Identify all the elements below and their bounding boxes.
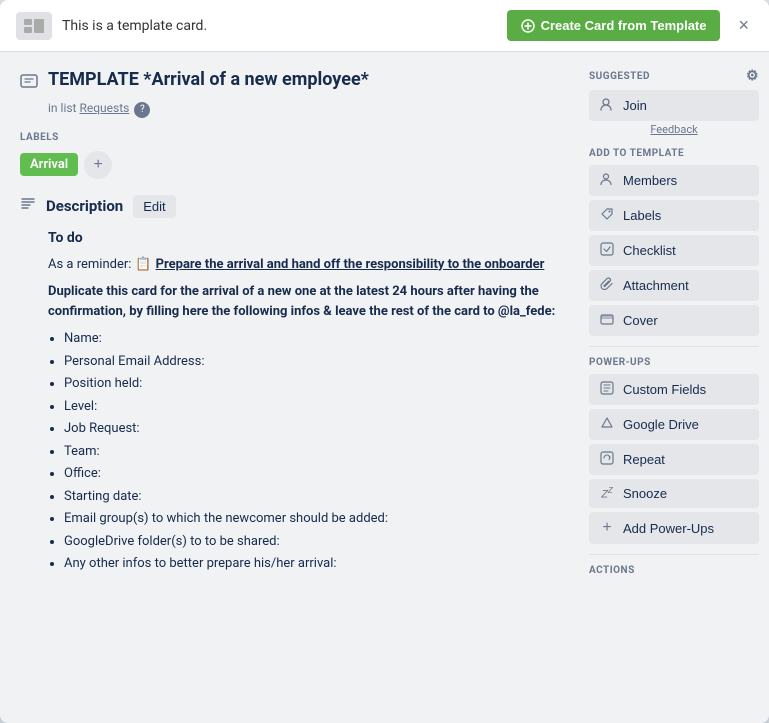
members-button[interactable]: Members bbox=[589, 165, 759, 196]
snooze-button[interactable]: ZZ Snooze bbox=[589, 479, 759, 508]
info-badge[interactable]: ? bbox=[134, 102, 150, 118]
description-title: Description bbox=[46, 197, 123, 215]
todo-heading: To do bbox=[48, 228, 559, 249]
add-power-ups-button[interactable]: + Add Power-Ups bbox=[589, 512, 759, 544]
labels-heading: LABELS bbox=[20, 132, 559, 143]
custom-fields-button[interactable]: Custom Fields bbox=[589, 374, 759, 405]
left-panel: TEMPLATE *Arrival of a new employee* in … bbox=[0, 52, 579, 723]
banner-text: This is a template card. bbox=[62, 18, 207, 34]
divider2 bbox=[589, 554, 759, 555]
top-banner: This is a template card. Create Card fro… bbox=[0, 0, 769, 52]
cover-icon bbox=[599, 312, 615, 329]
list-item: Position held: bbox=[64, 374, 559, 394]
close-button[interactable]: × bbox=[734, 11, 753, 40]
actions-title: ACTIONS bbox=[589, 565, 759, 576]
labels-section: LABELS Arrival + bbox=[20, 132, 559, 179]
join-icon bbox=[599, 97, 615, 114]
list-item: Job Request: bbox=[64, 419, 559, 439]
right-panel: SUGGESTED ⚙ Join Feedback ADD TO TEMPLAT… bbox=[579, 52, 769, 723]
snooze-icon: ZZ bbox=[599, 486, 615, 501]
list-item: Team: bbox=[64, 442, 559, 462]
create-icon bbox=[521, 19, 535, 33]
google-drive-icon bbox=[599, 416, 615, 433]
labels-button[interactable]: Labels bbox=[589, 200, 759, 231]
template-card-icon bbox=[16, 12, 52, 40]
add-to-template-section: ADD TO TEMPLATE Members bbox=[589, 148, 759, 336]
edit-description-button[interactable]: Edit bbox=[133, 195, 175, 218]
card-icon bbox=[20, 72, 38, 95]
list-item: GoogleDrive folder(s) to to be shared: bbox=[64, 532, 559, 552]
actions-section: ACTIONS bbox=[589, 565, 759, 576]
power-ups-title: POWER-UPS bbox=[589, 357, 759, 368]
add-power-ups-icon: + bbox=[599, 519, 615, 537]
list-item: Office: bbox=[64, 464, 559, 484]
checklist-icon bbox=[599, 242, 615, 259]
card-title: TEMPLATE *Arrival of a new employee* bbox=[48, 68, 369, 91]
divider bbox=[589, 346, 759, 347]
description-content: To do As a reminder: 📋 Prepare the arriv… bbox=[48, 228, 559, 574]
repeat-button[interactable]: Repeat bbox=[589, 444, 759, 475]
join-button[interactable]: Join bbox=[589, 90, 759, 121]
repeat-icon bbox=[599, 451, 615, 468]
description-icon bbox=[20, 196, 36, 216]
description-header: Description Edit bbox=[20, 195, 559, 218]
list-item: Any other infos to better prepare his/he… bbox=[64, 554, 559, 574]
list-item: Level: bbox=[64, 397, 559, 417]
list-item: Email group(s) to which the newcomer sho… bbox=[64, 509, 559, 529]
list-link[interactable]: Requests bbox=[79, 101, 129, 115]
main-content: TEMPLATE *Arrival of a new employee* in … bbox=[0, 52, 769, 723]
feedback-link[interactable]: Feedback bbox=[589, 123, 759, 136]
modal: This is a template card. Create Card fro… bbox=[0, 0, 769, 723]
attachment-button[interactable]: Attachment bbox=[589, 270, 759, 301]
banner-left: This is a template card. bbox=[16, 12, 207, 40]
google-drive-button[interactable]: Google Drive bbox=[589, 409, 759, 440]
list-item: Starting date: bbox=[64, 487, 559, 507]
card-header: TEMPLATE *Arrival of a new employee* bbox=[20, 68, 559, 95]
bullet-list: Name: Personal Email Address: Position h… bbox=[64, 329, 559, 574]
checklist-button[interactable]: Checklist bbox=[589, 235, 759, 266]
add-label-button[interactable]: + bbox=[84, 151, 112, 179]
arrival-label[interactable]: Arrival bbox=[20, 153, 78, 176]
add-to-template-title: ADD TO TEMPLATE bbox=[589, 148, 759, 159]
list-item: Personal Email Address: bbox=[64, 352, 559, 372]
suggested-section-title: SUGGESTED ⚙ bbox=[589, 68, 759, 84]
members-icon bbox=[599, 172, 615, 189]
labels-row: Arrival + bbox=[20, 151, 559, 179]
bold-paragraph: Duplicate this card for the arrival of a… bbox=[48, 282, 559, 321]
cover-button[interactable]: Cover bbox=[589, 305, 759, 336]
card-list-info: in list Requests ? bbox=[48, 101, 559, 118]
gear-icon[interactable]: ⚙ bbox=[746, 68, 759, 84]
power-ups-section: POWER-UPS Custom Fields bbox=[589, 357, 759, 544]
create-card-from-template-button[interactable]: Create Card from Template bbox=[507, 10, 721, 41]
emoji-icon: 📋 bbox=[135, 255, 151, 275]
reminder-line: As a reminder: 📋 Prepare the arrival and… bbox=[48, 255, 559, 275]
reminder-prefix: As a reminder: bbox=[48, 255, 131, 275]
description-section: Description Edit To do As a reminder: 📋 … bbox=[20, 195, 559, 574]
custom-fields-icon bbox=[599, 381, 615, 398]
attachment-icon bbox=[599, 277, 615, 294]
labels-icon bbox=[599, 207, 615, 224]
list-item: Name: bbox=[64, 329, 559, 349]
reminder-link[interactable]: Prepare the arrival and hand off the res… bbox=[156, 255, 545, 275]
